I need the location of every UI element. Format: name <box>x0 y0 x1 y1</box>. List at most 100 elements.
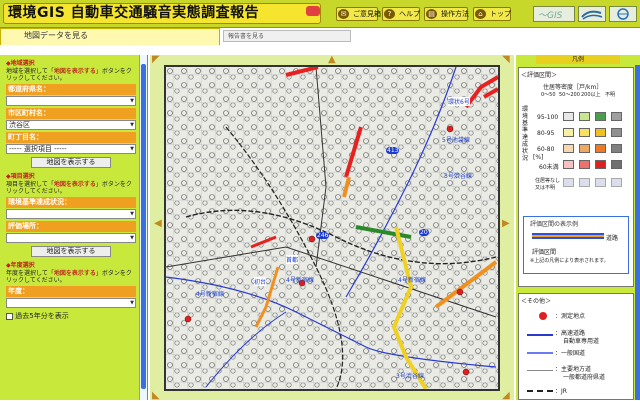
show-map-button[interactable]: 地図を表示する <box>31 157 111 168</box>
town-label: 町丁目名： <box>6 132 136 143</box>
map-label-shuto: 首都 <box>286 255 299 264</box>
tab-map-data[interactable]: 地図データを見る <box>0 28 220 45</box>
eval-select[interactable] <box>6 233 136 243</box>
legend-swatch <box>579 178 590 187</box>
desc-pre: 年度を選択して「 <box>6 270 54 277</box>
mail-icon: ✉ <box>338 9 349 19</box>
legend-point-label: ：測定地点 <box>555 313 586 320</box>
legend-swatch <box>563 128 574 137</box>
legend-vertical-label: 環境基準達成状況 <box>522 106 529 162</box>
legend-swatch <box>563 144 574 153</box>
legend-swatch <box>595 128 606 137</box>
legend-example-road-label: 道路 <box>606 235 619 242</box>
legend-major-sub: 一般都道府県道 <box>563 374 606 381</box>
legend-col-2: 200以上 <box>581 92 601 98</box>
sidebar-scrollbar[interactable] <box>139 55 147 400</box>
help-icon: ? <box>384 9 395 19</box>
map-label-route4-c: 4号新宿線 <box>398 277 426 284</box>
pan-left-arrow[interactable]: ◀ <box>154 219 162 229</box>
pan-up-arrow[interactable]: ▲ <box>328 55 336 65</box>
past-years-checkbox[interactable] <box>6 312 13 320</box>
map-label-route4-a: 4号新宿線 <box>286 277 314 284</box>
legend-jr-label: ：JR <box>555 388 567 395</box>
map-canvas[interactable]: 5号池袋線 環状6号 246 4号新宿線 4号新宿線 初台 4号新宿線 3号渋谷… <box>164 65 500 391</box>
pan-up-left-arrow[interactable]: ◤ <box>152 55 160 65</box>
feedback-label: ご意見箱 <box>353 10 381 18</box>
jr-line-swatch <box>527 390 553 392</box>
legend-col-3: 不明 <box>605 92 616 98</box>
highway-line-swatch <box>527 334 553 336</box>
section-year-desc: 年度を選択して「地図を表示する」ボタンをクリックしてください。 <box>6 270 136 284</box>
section-region-title: ◆地域選択 <box>6 60 35 67</box>
national-road-swatch <box>527 352 553 354</box>
help-label: ヘルプ <box>399 10 420 18</box>
legend-swatch <box>579 160 590 169</box>
sidebar: ◆地域選択 地域を選択して「地図を表示する」ボタンをクリックしてください。 都道… <box>0 55 148 400</box>
legend-highway-sub: 自動車専用道 <box>563 338 600 345</box>
manual-button[interactable]: ▤ 操作方法 <box>424 7 469 21</box>
town-value: ----- 選択項目 ----- <box>9 145 67 153</box>
legend-col-0: 0～50 <box>541 92 556 98</box>
legend-pct: [%] <box>533 154 544 161</box>
map-label-route3-b: 3号渋谷線 <box>444 173 472 180</box>
legend-no-res: 住居等なし又は不明 <box>535 178 561 191</box>
pref-select[interactable] <box>6 96 136 106</box>
app-logo[interactable]: 環境GIS 自動車交通騒音実態調査報告 <box>3 3 321 24</box>
legend-row-0: 95-100 <box>537 114 559 121</box>
town-select[interactable]: ----- 選択項目 ----- <box>6 144 136 154</box>
map-label-route3-a: 3号渋谷線 <box>396 373 424 380</box>
major-road-swatch <box>527 370 553 371</box>
desc-pre: 項目を選択して「 <box>6 181 54 188</box>
measurement-point-icon <box>539 312 547 320</box>
legend-example-road <box>532 233 604 239</box>
city-label: 市区町村名： <box>6 108 136 119</box>
env-label: 環境基準達成状況： <box>6 197 136 208</box>
help-button[interactable]: ? ヘルプ <box>382 7 420 21</box>
gis-logo-graphic: 〜GIS <box>538 11 563 21</box>
nies-logo[interactable] <box>578 6 606 22</box>
section-item-desc: 項目を選択して「地図を表示する」ボタンをクリックしてください。 <box>6 181 136 195</box>
app-title: 環境GIS 自動車交通騒音実態調査報告 <box>8 5 260 21</box>
pan-right-arrow[interactable]: ▶ <box>502 219 510 229</box>
city-select[interactable]: 渋谷区 <box>6 120 136 130</box>
desc-btn: 地図を表示する <box>53 270 96 277</box>
legend-swatch <box>611 144 622 153</box>
year-select[interactable] <box>6 298 136 308</box>
map-label-hatsudai: 初台 <box>254 277 267 286</box>
section-item-title: ◆項目選択 <box>6 173 35 180</box>
show-map-button-2[interactable]: 地図を表示する <box>31 246 111 257</box>
legend-density-label: 住居等密度［戸/km］ <box>543 84 603 91</box>
legend-swatch <box>611 160 622 169</box>
feedback-button[interactable]: ✉ ご意見箱 <box>336 7 381 21</box>
legend-scrollbar[interactable] <box>635 65 640 400</box>
legend-national-label: ：一般国道 <box>555 350 586 357</box>
legend-swatch <box>563 160 574 169</box>
map-graphic[interactable] <box>166 67 498 389</box>
book-icon: ▤ <box>426 9 437 19</box>
section-year-title: ◆年度選択 <box>6 262 35 269</box>
legend-swatch <box>595 112 606 121</box>
tab-report[interactable]: 報告書を見る <box>223 30 351 42</box>
pan-up-right-arrow[interactable]: ◥ <box>502 55 510 65</box>
city-value: 渋谷区 <box>9 121 30 129</box>
legend-other-box: ＜その他＞ ：測定地点 ：高速道路 自動車専用道 ：一般国道 ：主要地方道 一般… <box>518 293 634 400</box>
env-select[interactable] <box>6 209 136 219</box>
desc-btn: 地図を表示する <box>53 181 96 188</box>
legend-swatch <box>579 144 590 153</box>
map-label-20: 20 <box>419 229 429 236</box>
desc-pre: 地域を選択して「 <box>6 68 54 75</box>
sidebar-scroll-thumb[interactable] <box>141 64 146 389</box>
legend-swatch <box>563 112 574 121</box>
desc-btn: 地図を表示する <box>53 68 96 75</box>
legend-swatch <box>579 112 590 121</box>
ministry-logo[interactable] <box>609 6 637 22</box>
past-years-label: 過去5年分を表示 <box>15 312 69 320</box>
map-frame: ◀ ▶ ◤ ▲ ◥ ◣ ◢ 5号池袋線 環状6号 246 4号新宿線 4号新宿線… <box>150 55 514 401</box>
legend-swatch <box>611 128 622 137</box>
legend-swatch <box>563 178 574 187</box>
section-region-desc: 地域を選択して「地図を表示する」ボタンをクリックしてください。 <box>6 68 136 82</box>
tab-map-data-label: 地図データを見る <box>24 31 88 40</box>
top-button[interactable]: ⌂ トップ <box>473 7 511 21</box>
gis-logo[interactable]: 〜GIS <box>533 6 575 22</box>
legend-row-2: 60-80 <box>537 146 555 153</box>
